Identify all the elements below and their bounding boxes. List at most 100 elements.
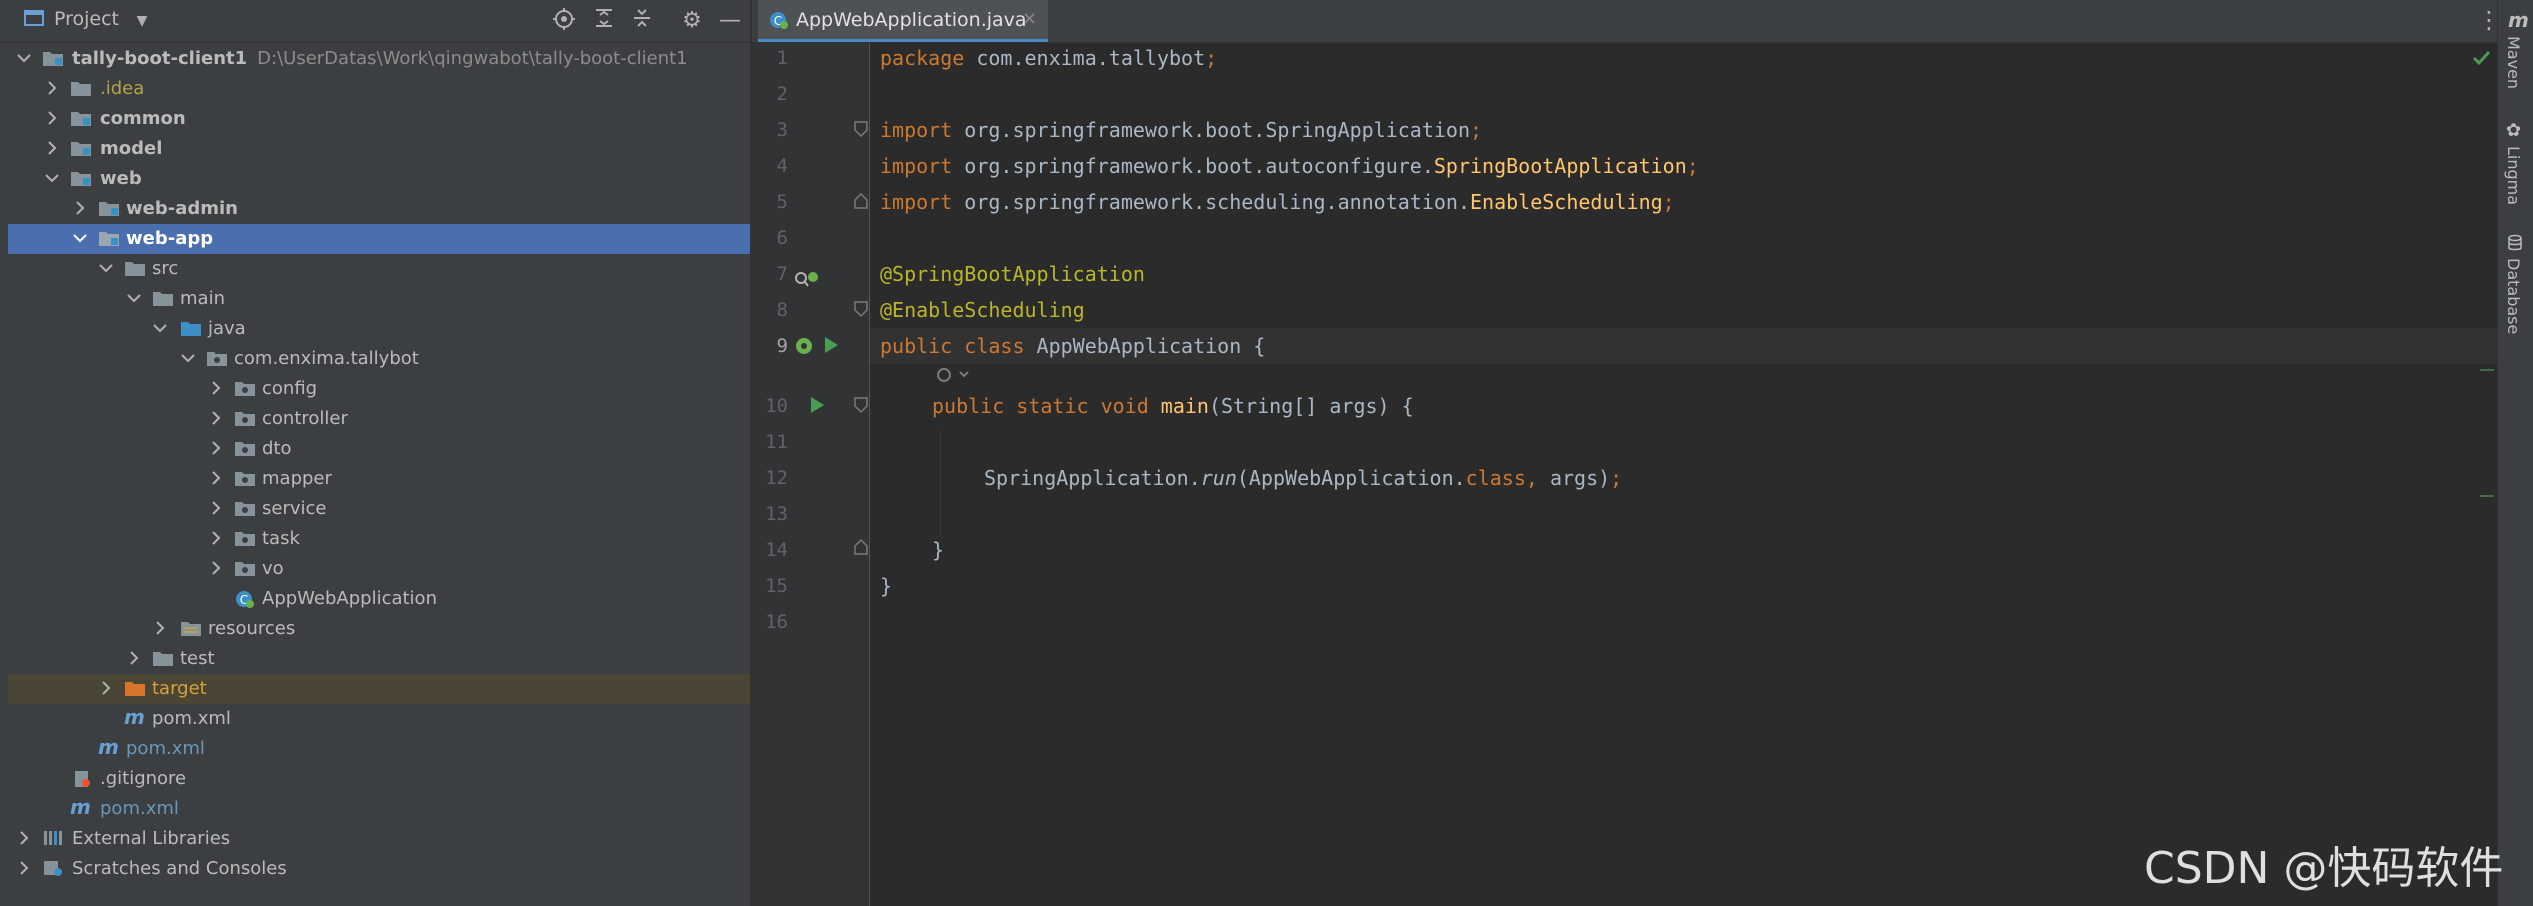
chevron-right-icon[interactable] — [208, 438, 224, 458]
module-folder-icon — [98, 199, 120, 217]
tree-item-pom-web-app[interactable]: m pom.xml — [8, 704, 750, 734]
chevron-right-icon[interactable] — [44, 108, 60, 128]
chevron-right-icon[interactable] — [98, 678, 114, 698]
chevron-down-icon[interactable] — [16, 48, 32, 68]
code-token: (AppWebApplication. — [1236, 466, 1466, 490]
line-number: 1 — [776, 47, 788, 69]
database-tool-button[interactable]: Database — [2504, 258, 2523, 334]
chevron-right-icon[interactable] — [44, 78, 60, 98]
tree-item-resources[interactable]: resources — [8, 614, 750, 644]
tree-item-src[interactable]: src — [8, 254, 750, 284]
fold-icon[interactable] — [854, 397, 868, 417]
tree-item-task[interactable]: task — [8, 524, 750, 554]
chevron-right-icon[interactable] — [16, 858, 32, 878]
fold-icon[interactable] — [854, 192, 868, 213]
tree-item-label: .gitignore — [100, 768, 187, 789]
tree-item-gitignore[interactable]: .gitignore — [8, 764, 750, 794]
module-folder-icon — [42, 49, 64, 67]
fold-icon[interactable] — [854, 301, 868, 321]
project-header: Project ▼ ⚙ — — [0, 0, 750, 43]
chevron-right-icon[interactable] — [126, 648, 142, 668]
chevron-down-icon[interactable] — [44, 168, 60, 188]
spring-inlay-hint-icon[interactable] — [934, 365, 974, 389]
tree-item-web-app[interactable]: web-app — [8, 224, 750, 254]
tree-item-label: pom.xml — [100, 798, 179, 819]
chevron-down-icon[interactable] — [180, 348, 196, 368]
tree-item-common[interactable]: common — [8, 104, 750, 134]
tree-item-vo[interactable]: vo — [8, 554, 750, 584]
chevron-right-icon[interactable] — [16, 828, 32, 848]
package-icon — [234, 409, 256, 427]
chevron-right-icon[interactable] — [152, 618, 168, 638]
locate-icon[interactable] — [550, 7, 578, 35]
project-view-icon[interactable] — [20, 7, 48, 35]
tree-item-test[interactable]: test — [8, 644, 750, 674]
tree-item-model[interactable]: model — [8, 134, 750, 164]
tree-item-web-admin[interactable]: web-admin — [8, 194, 750, 224]
tree-item-controller[interactable]: controller — [8, 404, 750, 434]
tree-item-pom-root[interactable]: m pom.xml — [8, 794, 750, 824]
chevron-right-icon[interactable] — [44, 138, 60, 158]
tree-item-package[interactable]: com.enxima.tallybot — [8, 344, 750, 374]
run-icon[interactable] — [808, 395, 826, 419]
chevron-right-icon[interactable] — [72, 198, 88, 218]
lingma-tool-button[interactable]: Lingma — [2504, 146, 2523, 205]
project-path: D:\UserDatas\Work\qingwabot\tally-boot-c… — [257, 48, 688, 69]
project-view-title[interactable]: Project — [54, 8, 119, 30]
tree-item-mapper[interactable]: mapper — [8, 464, 750, 494]
close-icon[interactable]: × — [1022, 8, 1037, 29]
tree-item-label: pom.xml — [152, 708, 231, 729]
scrollbar-marker — [2480, 369, 2494, 371]
chevron-right-icon[interactable] — [208, 378, 224, 398]
tree-item-main[interactable]: main — [8, 284, 750, 314]
code-token: org.springframework.boot.autoconfigure. — [952, 154, 1434, 178]
tree-item-scratches[interactable]: Scratches and Consoles — [8, 854, 750, 884]
tree-item-target[interactable]: target — [8, 674, 750, 704]
package-icon — [234, 469, 256, 487]
code-line-9: public class AppWebApplication { — [880, 334, 1265, 358]
chevron-down-icon[interactable] — [98, 258, 114, 278]
chevron-right-icon[interactable] — [208, 498, 224, 518]
maven-tool-button[interactable]: Maven — [2504, 36, 2523, 89]
chevron-right-icon[interactable] — [208, 408, 224, 428]
expand-all-icon[interactable] — [590, 7, 618, 35]
check-icon[interactable] — [2472, 49, 2492, 71]
tree-item-external-libraries[interactable]: External Libraries — [8, 824, 750, 854]
project-tool-window: Project ▼ ⚙ — tally-boot-client1 D:\UserD… — [0, 0, 752, 906]
package-icon — [234, 559, 256, 577]
right-tool-strip: m Maven ✿ Lingma Database — [2497, 0, 2533, 906]
code-editor[interactable]: 1 2 3 4 5 6 7 8 9 10 11 12 13 14 15 16 p… — [752, 43, 2497, 906]
chevron-down-icon[interactable] — [152, 318, 168, 338]
chevron-down-icon[interactable]: ▼ — [128, 7, 156, 35]
tree-item-pom-web[interactable]: m pom.xml — [8, 734, 750, 764]
tree-item-java[interactable]: java — [8, 314, 750, 344]
tree-item-label: service — [262, 498, 327, 519]
tree-item-project-root[interactable]: tally-boot-client1 D:\UserDatas\Work\qing… — [8, 44, 750, 74]
chevron-right-icon[interactable] — [208, 468, 224, 488]
minimize-icon[interactable]: — — [716, 7, 744, 35]
chevron-down-icon[interactable] — [72, 228, 88, 248]
code-token: AppWebApplication { — [1024, 334, 1266, 358]
tree-item-web[interactable]: web — [8, 164, 750, 194]
tree-item-appwebapplication[interactable]: C AppWebApplication — [8, 584, 750, 614]
code-token: org.springframework.boot.SpringApplicati… — [952, 118, 1471, 142]
spring-bean-icon[interactable] — [794, 335, 818, 361]
tree-item-idea[interactable]: .idea — [8, 74, 750, 104]
gear-icon[interactable]: ⚙ — [678, 7, 706, 35]
tab-appwebapplication-java[interactable]: C AppWebApplication.java × — [758, 0, 1048, 42]
run-icon[interactable] — [822, 335, 840, 359]
tree-item-config[interactable]: config — [8, 374, 750, 404]
fold-icon[interactable] — [854, 538, 868, 559]
tree-item-label: mapper — [262, 468, 332, 489]
code-token: ; — [1205, 46, 1218, 70]
line-number: 12 — [765, 467, 788, 489]
chevron-down-icon[interactable] — [126, 288, 142, 308]
fold-icon[interactable] — [854, 121, 868, 141]
tree-item-service[interactable]: service — [8, 494, 750, 524]
tree-item-dto[interactable]: dto — [8, 434, 750, 464]
library-icon — [42, 829, 64, 847]
chevron-right-icon[interactable] — [208, 528, 224, 548]
chevron-right-icon[interactable] — [208, 558, 224, 578]
collapse-all-icon[interactable] — [628, 7, 656, 35]
bean-search-icon[interactable] — [794, 269, 818, 295]
